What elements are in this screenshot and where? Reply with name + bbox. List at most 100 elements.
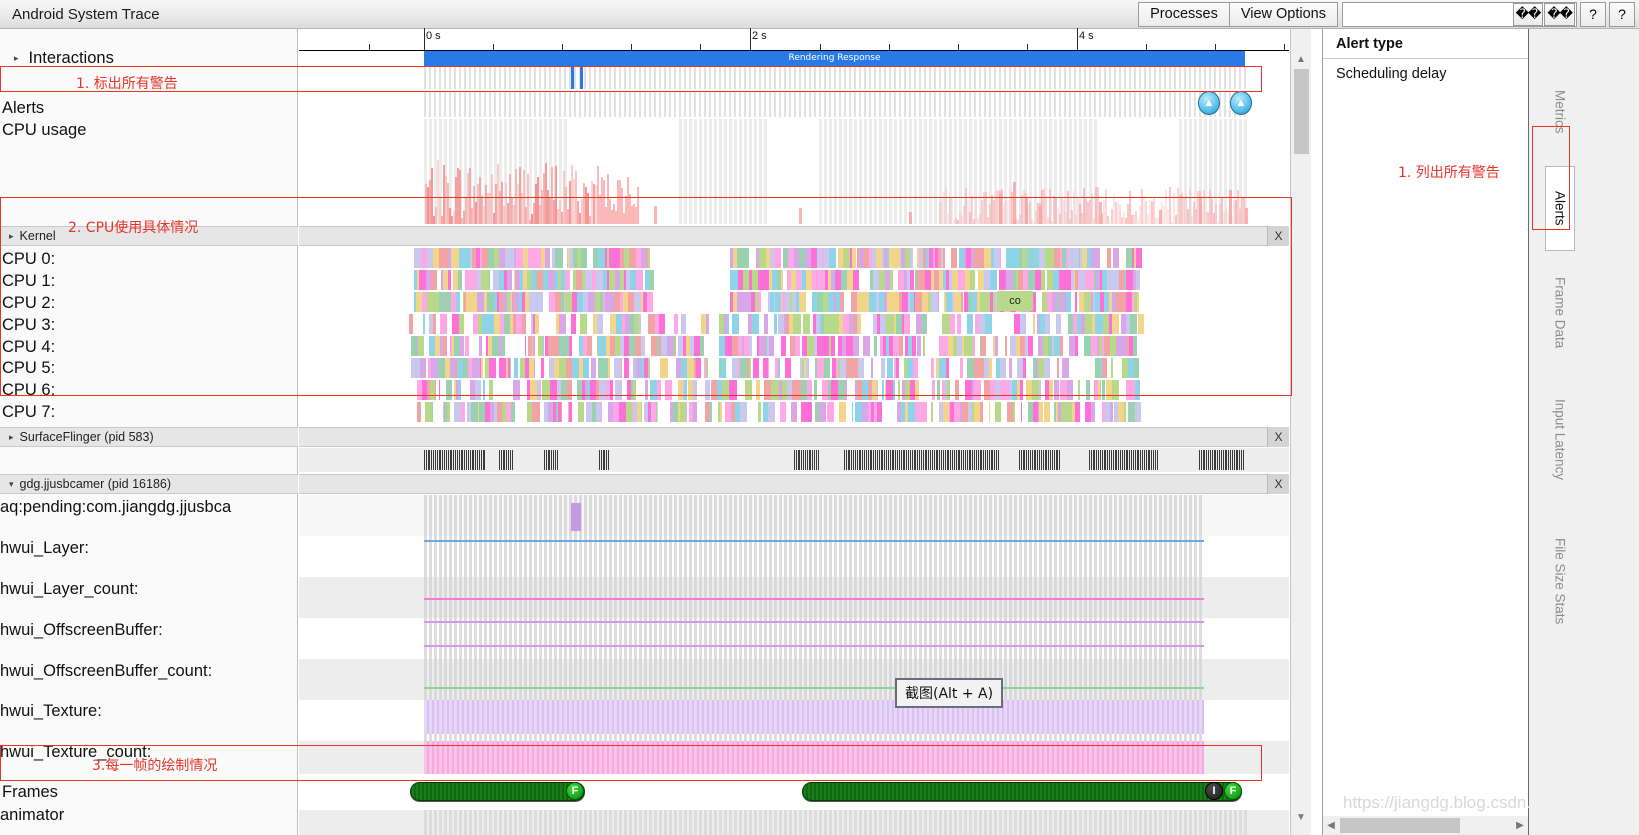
annotation-text-2: 2. CPU使用具体情况 [68,220,199,236]
track-label-cpu2[interactable]: CPU 2: [2,294,55,313]
rendering-response-label: Rendering Response [788,53,881,63]
help-button-2[interactable]: ? [1609,1,1635,27]
ruler-tick-major [424,28,425,50]
app-title: Android System Trace [12,5,160,23]
track-label-cpu4[interactable]: CPU 4: [2,338,55,357]
scroll-left-arrow-icon[interactable]: ◀ [1323,816,1339,835]
track-label-frames[interactable]: Frames [2,783,58,802]
cpu-usage-chart[interactable] [299,119,1289,224]
track-label-cpu-usage[interactable]: CPU usage [2,121,86,140]
close-surfaceflinger-group-button[interactable]: X [1267,427,1289,447]
close-process-group-button[interactable]: X [1267,474,1289,494]
ruler-tick [562,44,563,50]
search-input[interactable] [1352,3,1513,25]
group-header-strip-surfaceflinger [299,427,1289,447]
chevron-down-icon[interactable]: ▾ [9,479,14,490]
ruler-label-0s: 0 s [426,30,441,42]
track-label-hwui-layer-count[interactable]: hwui_Layer_count: [0,580,139,599]
track-label-cpu5[interactable]: CPU 5: [2,359,55,378]
interaction-marker [580,66,583,89]
track-label-aq-pending[interactable]: aq:pending:com.jiangdg.jjusbca [0,498,231,517]
ruler-tick-major [750,28,751,50]
ruler-tick [958,44,959,50]
tab-frame-data[interactable]: Frame Data [1545,257,1575,369]
track-label-cpu0[interactable]: CPU 0: [2,250,55,269]
track-label-hwui-offscreenbuffer-count[interactable]: hwui_OffscreenBuffer_count: [0,662,212,681]
ruler-tick [493,44,494,50]
track-label-animator[interactable]: animator [0,806,64,825]
track-label-alerts[interactable]: Alerts [2,99,44,118]
alerts-track-content[interactable] [424,91,1247,117]
details-header: Alert type [1323,29,1528,59]
cpu-rows-content[interactable] [299,248,1289,423]
group-label-process: gdg.jjusbcamer (pid 16186) [19,477,172,491]
frame-marker-i[interactable]: I [1205,782,1223,800]
search-prev-icon[interactable]: �� [1512,2,1544,26]
ruler-tick [631,44,632,50]
frame-pill[interactable] [410,782,585,801]
ruler-label-2s: 2 s [752,30,767,42]
side-tab-strip: Metrics Alerts Frame Data Input Latency … [1529,29,1639,835]
scroll-down-arrow-icon[interactable]: ▼ [1291,809,1311,825]
track-label-hwui-offscreenbuffer[interactable]: hwui_OffscreenBuffer: [0,621,163,640]
chevron-right-icon[interactable]: ▸ [9,432,14,443]
surfaceflinger-track-content[interactable] [299,448,1289,472]
ruler-tick [369,44,370,50]
ruler-tick [1284,44,1285,50]
details-horizontal-scrollbar[interactable]: ◀ ▶ [1323,816,1528,835]
frame-pill[interactable] [802,782,1242,801]
tab-input-latency[interactable]: Input Latency [1545,375,1575,505]
time-ruler[interactable]: 0 s 2 s 4 s [299,28,1289,51]
frame-marker-f[interactable]: F [566,782,584,800]
help-button-1[interactable]: ? [1580,1,1606,27]
interactions-track-content[interactable] [424,66,1247,89]
group-label-surfaceflinger: SurfaceFlinger (pid 583) [19,430,154,444]
alert-badge-icon[interactable]: ▲ [1198,91,1220,115]
close-kernel-group-button[interactable]: X [1267,226,1289,246]
group-header-surfaceflinger[interactable]: ▸ SurfaceFlinger (pid 583) [0,427,298,447]
title-bar: Android System Trace Processes View Opti… [0,0,1639,29]
chevron-right-icon[interactable]: ▸ [14,53,19,64]
frames-track-content[interactable]: F I F [299,774,1289,809]
group-header-process[interactable]: ▾ gdg.jjusbcamer (pid 16186) [0,474,298,494]
track-label-interactions: Interactions [28,49,114,67]
alert-badge-icon[interactable]: ▲ [1230,91,1252,115]
watermark: https://jiangdg.blog.csdn.net [1343,793,1555,812]
ruler-tick [820,44,821,50]
tab-alerts[interactable]: Alerts [1545,166,1575,251]
frame-marker-f[interactable]: F [1224,782,1242,800]
rendering-response-bar[interactable]: Rendering Response [424,51,1245,66]
scroll-up-arrow-icon[interactable]: ▲ [1291,51,1311,67]
track-label-cpu3[interactable]: CPU 3: [2,316,55,335]
scroll-thumb[interactable] [1340,818,1460,833]
processes-button[interactable]: Processes [1138,1,1230,27]
tab-metrics[interactable]: Metrics [1545,63,1575,161]
view-options-button[interactable]: View Options [1228,1,1338,27]
scroll-thumb[interactable] [1294,69,1309,154]
annotation-text-1: 1. 标出所有警告 [76,76,178,92]
chevron-right-icon[interactable]: ▸ [9,231,14,242]
track-label-cpu7[interactable]: CPU 7: [2,403,55,422]
track-label-cpu1[interactable]: CPU 1: [2,272,55,291]
timeline-column[interactable]: 0 s 2 s 4 s Rendering Response ▲ ▲ X co … [299,28,1289,835]
group-label-kernel: Kernel [19,229,56,243]
timeline-vertical-scrollbar[interactable]: ▲ ▼ [1290,29,1311,835]
track-label-hwui-layer[interactable]: hwui_Layer: [0,539,89,558]
scroll-right-arrow-icon[interactable]: ▶ [1512,816,1528,835]
interaction-marker [571,66,574,89]
track-label-cpu6[interactable]: CPU 6: [2,381,55,400]
details-item-scheduling-delay[interactable]: Scheduling delay [1323,59,1528,89]
screenshot-tooltip: 截图(Alt + A) [895,678,1004,708]
track-interactions[interactable]: ▸ Interactions [0,49,114,68]
group-header-strip-process [299,474,1289,494]
ruler-tick [700,44,701,50]
process-tracks-content[interactable] [299,495,1289,800]
track-label-hwui-texture[interactable]: hwui_Texture: [0,702,102,721]
track-names-column: ▸ Interactions Alerts CPU usage ▸ Kernel… [0,29,298,835]
search-next-icon[interactable]: �� [1544,2,1575,26]
ruler-tick [1027,44,1028,50]
search-box[interactable]: �� �� [1342,1,1577,27]
tab-file-size-stats[interactable]: File Size Stats [1545,511,1575,651]
cpu-slice-co[interactable]: co [997,291,1033,311]
animator-track-content[interactable] [299,810,1289,835]
